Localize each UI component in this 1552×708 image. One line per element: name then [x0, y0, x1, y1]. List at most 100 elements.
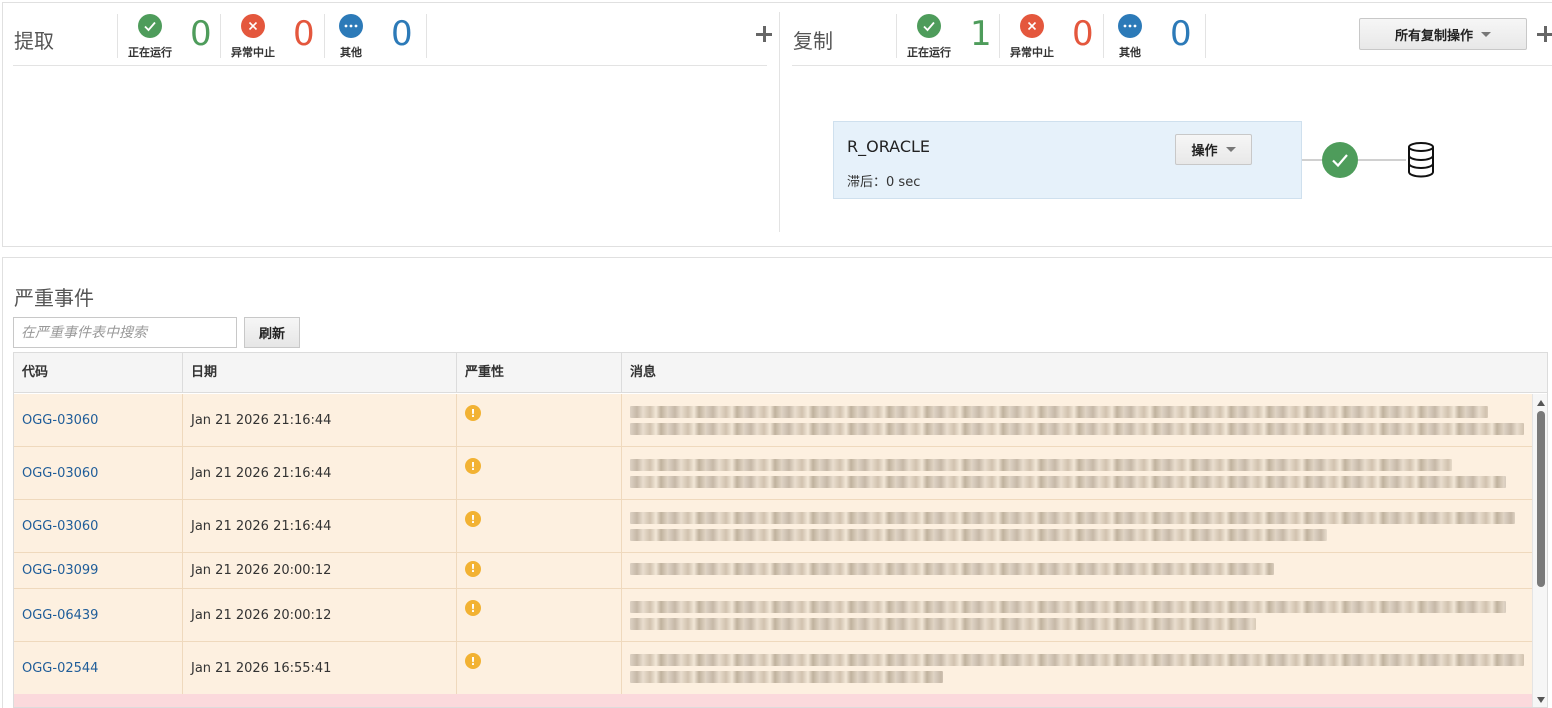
event-date: Jan 21 2026 20:00:12	[183, 589, 457, 641]
event-code: OGG-03099	[14, 553, 183, 588]
event-code: OGG-03060	[14, 394, 183, 446]
event-message	[622, 447, 1532, 499]
table-scrollbar[interactable]	[1532, 394, 1547, 707]
all-replicat-actions-dropdown[interactable]: 所有复制操作	[1359, 18, 1527, 50]
stat-divider	[220, 14, 221, 58]
warning-icon: !	[465, 405, 481, 421]
stat-value-abended[interactable]: 0	[293, 17, 315, 51]
event-severity: !	[457, 394, 622, 446]
check-icon[interactable]	[138, 14, 162, 38]
ellipsis-icon[interactable]	[339, 14, 363, 38]
panel-divider	[779, 12, 780, 232]
table-row[interactable]: OGG-02544 Jan 21 2026 16:55:41 !	[14, 642, 1532, 695]
refresh-button[interactable]: 刷新	[244, 317, 300, 348]
event-code-link[interactable]: OGG-03060	[22, 413, 98, 428]
table-row[interactable]: OGG-03060 Jan 21 2026 21:16:44 !	[14, 394, 1532, 447]
warning-icon: !	[465, 458, 481, 474]
event-message	[622, 589, 1532, 641]
event-code: OGG-03060	[14, 447, 183, 499]
replicat-lag: 滞后：0 sec	[847, 171, 920, 190]
event-message	[622, 394, 1532, 446]
event-severity: !	[457, 447, 622, 499]
blurred-message	[630, 455, 1524, 491]
stat-label-other: 其他	[340, 46, 362, 59]
event-code-link[interactable]: OGG-03060	[22, 466, 98, 481]
stat-divider	[896, 14, 897, 58]
event-severity: !	[457, 642, 622, 694]
event-severity: !	[457, 553, 622, 588]
lag-value: 0 sec	[886, 175, 921, 190]
blurred-message	[630, 402, 1524, 438]
all-replicat-actions-label: 所有复制操作	[1394, 28, 1473, 44]
scroll-up-icon[interactable]	[1537, 400, 1545, 406]
database-icon	[1408, 142, 1434, 178]
ellipsis-icon[interactable]	[1118, 14, 1142, 38]
replicat-action-dropdown[interactable]: 操作	[1175, 134, 1252, 165]
x-icon[interactable]	[1020, 14, 1044, 38]
x-icon[interactable]	[241, 14, 265, 38]
running-status-icon	[1322, 142, 1358, 178]
stat-value-abended[interactable]: 0	[1072, 17, 1094, 51]
stat-divider	[999, 14, 1000, 58]
extract-header-rule	[13, 65, 767, 66]
blurred-message	[630, 508, 1524, 544]
column-header-message[interactable]: 消息	[622, 353, 1547, 393]
table-row[interactable]: OGG-03060 Jan 21 2026 21:16:44 !	[14, 447, 1532, 500]
warning-icon: !	[465, 560, 481, 577]
critical-events-title: 严重事件	[14, 286, 94, 310]
add-replicat-icon[interactable]	[1535, 24, 1552, 44]
stat-label-other: 其他	[1119, 46, 1141, 59]
blurred-message	[630, 559, 1524, 580]
warning-icon: !	[465, 653, 481, 669]
stat-value-running[interactable]: 1	[970, 17, 992, 51]
event-code: OGG-03060	[14, 500, 183, 552]
stat-value-running[interactable]: 0	[190, 17, 212, 51]
critical-events-search-input[interactable]	[13, 317, 237, 348]
table-row[interactable]: OGG-06439 Jan 21 2026 20:00:12 !	[14, 589, 1532, 642]
scroll-down-icon[interactable]	[1537, 697, 1545, 703]
column-header-code[interactable]: 代码	[14, 353, 183, 393]
event-code-link[interactable]: OGG-03099	[22, 563, 98, 578]
event-code: OGG-02544	[14, 642, 183, 694]
stat-divider	[426, 14, 427, 58]
caret-down-icon	[1225, 147, 1236, 152]
event-code-link[interactable]: OGG-02544	[22, 661, 98, 676]
stat-divider	[1205, 14, 1206, 58]
replicat-action-label: 操作	[1191, 144, 1218, 159]
warning-icon: !	[465, 600, 481, 616]
stat-label-running: 正在运行	[907, 46, 951, 59]
stat-label-abended: 异常中止	[231, 46, 275, 59]
event-code: OGG-06439	[14, 589, 183, 641]
lag-label: 滞后：	[847, 175, 887, 190]
extract-title: 提取	[14, 29, 54, 53]
replicat-name[interactable]: R_ORACLE	[847, 137, 930, 156]
table-row[interactable]: OGG-03099 Jan 21 2026 20:00:12 !	[14, 553, 1532, 589]
connector-line	[1358, 159, 1406, 161]
replicat-card[interactable]: R_ORACLE 滞后：0 sec 操作	[833, 121, 1302, 199]
table-body: OGG-03060 Jan 21 2026 21:16:44 ! OGG-030…	[14, 394, 1532, 707]
event-severity: !	[457, 589, 622, 641]
check-icon[interactable]	[917, 14, 941, 38]
connector-line	[1302, 159, 1324, 161]
critical-events-table: 代码 日期 严重性 消息 OGG-03060 Jan 21 2026 21:16…	[13, 352, 1548, 708]
table-row[interactable]: OGG-03060 Jan 21 2026 21:16:44 !	[14, 500, 1532, 553]
stat-value-other[interactable]: 0	[391, 17, 413, 51]
replicat-title: 复制	[793, 29, 833, 53]
add-extract-icon[interactable]	[754, 24, 774, 44]
event-date: Jan 21 2026 21:16:44	[183, 447, 457, 499]
warning-icon: !	[465, 511, 481, 527]
replicat-header-rule	[792, 65, 1552, 66]
column-header-date[interactable]: 日期	[183, 353, 457, 393]
stat-value-other[interactable]: 0	[1170, 17, 1192, 51]
column-header-severity[interactable]: 严重性	[457, 353, 622, 393]
event-date: Jan 21 2026 20:00:12	[183, 553, 457, 588]
event-date: Jan 21 2026 21:16:44	[183, 394, 457, 446]
next-row-partial	[14, 694, 1532, 707]
scroll-thumb[interactable]	[1537, 411, 1545, 587]
stat-label-running: 正在运行	[128, 46, 172, 59]
event-code-link[interactable]: OGG-06439	[22, 608, 98, 623]
event-date: Jan 21 2026 16:55:41	[183, 642, 457, 694]
event-severity: !	[457, 500, 622, 552]
stat-label-abended: 异常中止	[1010, 46, 1054, 59]
event-code-link[interactable]: OGG-03060	[22, 519, 98, 534]
